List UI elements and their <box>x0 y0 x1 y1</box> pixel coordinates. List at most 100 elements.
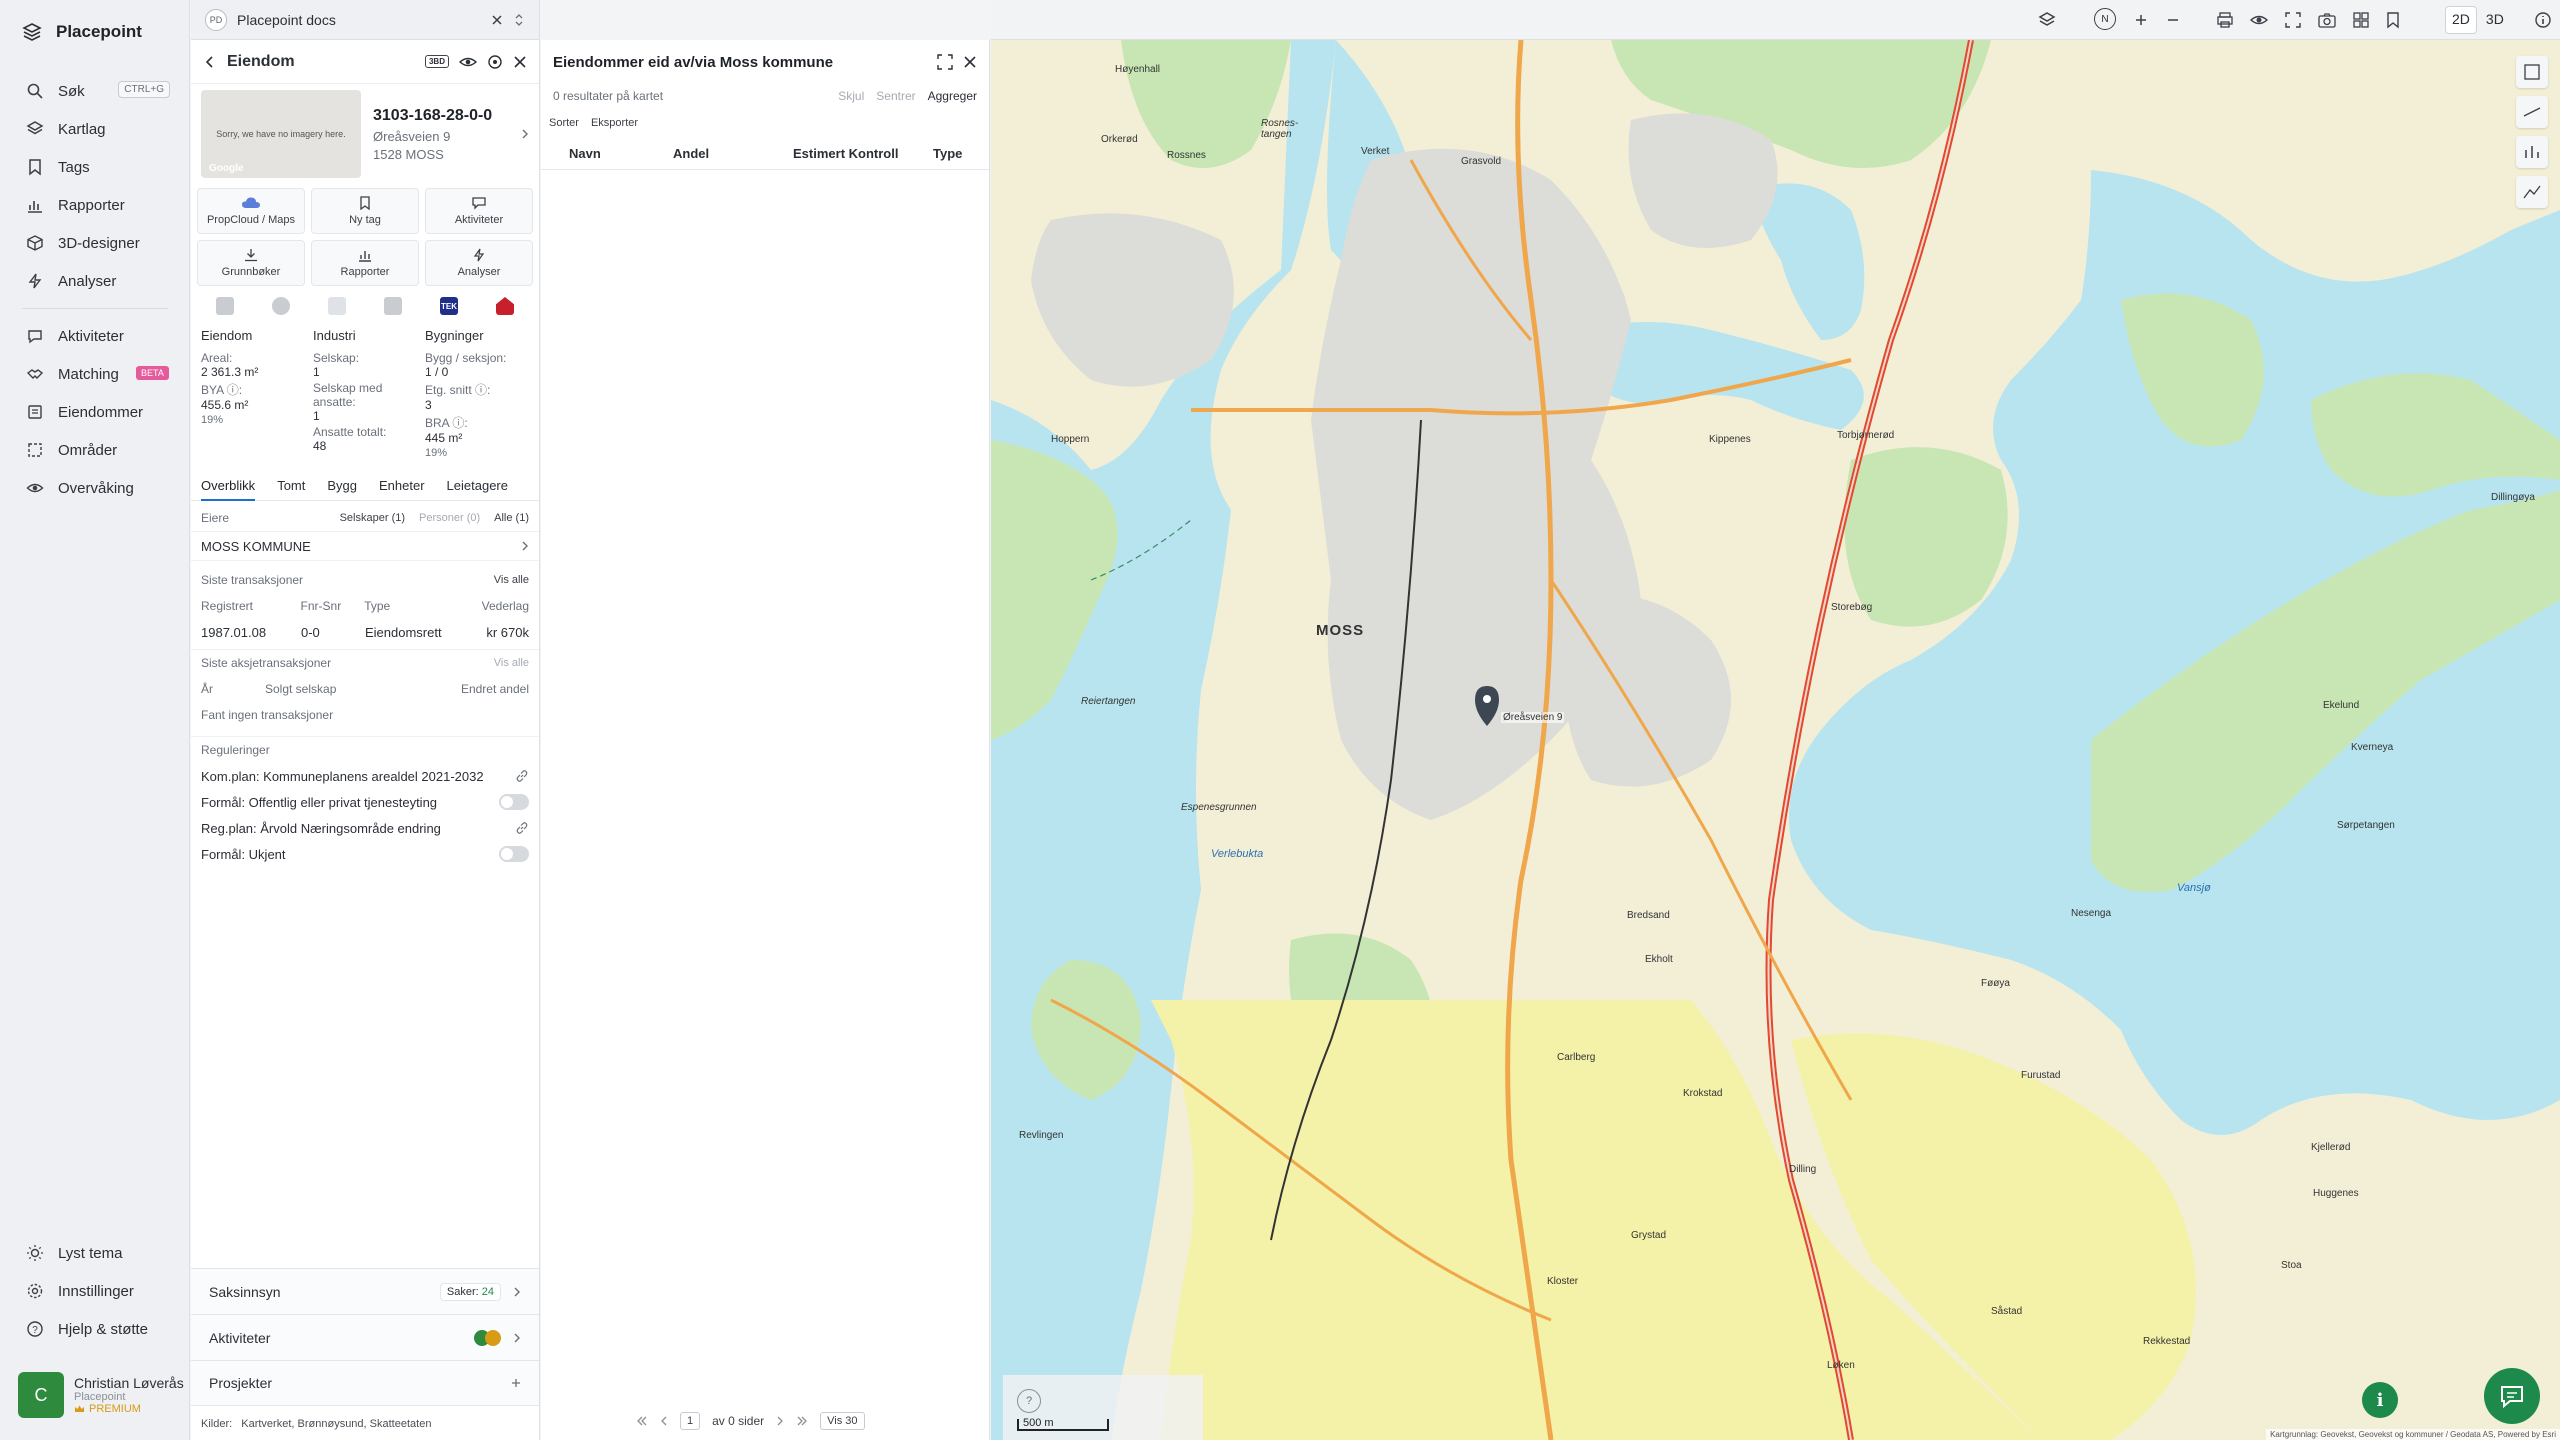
street-view-thumbnail[interactable]: Sorry, we have no imagery here. Google <box>201 90 361 178</box>
fullscreen-icon[interactable] <box>2283 10 2303 30</box>
sidebar-item-tags[interactable]: Tags <box>0 148 190 186</box>
owner-row[interactable]: MOSS KOMMUNE <box>191 531 539 561</box>
building-source-icon[interactable] <box>384 297 402 315</box>
sidebar-item-activities[interactable]: Aktiviteter <box>0 317 190 355</box>
prev-page-icon[interactable] <box>660 1415 668 1427</box>
chevron-right-icon[interactable] <box>521 128 529 140</box>
3d-badge[interactable]: 3BD <box>424 55 449 68</box>
expand-vertical-icon[interactable] <box>513 13 525 27</box>
mode-3d-button[interactable]: 3D <box>2480 7 2510 33</box>
plus-icon[interactable] <box>511 1378 521 1388</box>
reports-button[interactable]: Rapporter <box>311 240 419 286</box>
info-circle-icon[interactable] <box>2533 10 2553 30</box>
sidebar-item-light-theme[interactable]: Lyst tema <box>0 1234 190 1272</box>
col-share[interactable]: Andel <box>673 146 793 161</box>
sidebar-item-3d-designer[interactable]: 3D-designer <box>0 224 190 262</box>
activities-button[interactable]: Aktiviteter <box>425 188 533 234</box>
compass-north[interactable]: N <box>2094 8 2116 30</box>
eye-icon[interactable] <box>2249 10 2269 30</box>
tab-bygg[interactable]: Bygg <box>327 478 357 493</box>
user-profile[interactable]: C Christian Løverås Placepoint PREMIUM <box>18 1372 184 1418</box>
sidebar-item-monitoring[interactable]: Overvåking <box>0 469 190 507</box>
target-icon[interactable] <box>487 54 503 70</box>
brand[interactable]: Placepoint <box>22 22 142 42</box>
link-icon[interactable] <box>515 821 529 835</box>
export-button[interactable]: Eksporter <box>591 117 638 129</box>
first-page-icon[interactable] <box>636 1415 648 1427</box>
per-page-select[interactable]: Vis 30 <box>820 1412 865 1430</box>
link-icon[interactable] <box>515 769 529 783</box>
regulation-toggle[interactable] <box>499 794 529 810</box>
zoom-in-icon[interactable] <box>2131 10 2151 30</box>
hide-button[interactable]: Skjul <box>838 89 864 103</box>
tree-source-icon[interactable] <box>328 297 346 315</box>
regulation-item[interactable]: Reg.plan: Årvold Næringsområde endring <box>201 815 529 841</box>
new-tag-button[interactable]: Ny tag <box>311 188 419 234</box>
source-link[interactable]: Skatteetaten <box>370 1418 432 1430</box>
tab-overblikk[interactable]: Overblikk <box>201 478 256 501</box>
map-tool-3[interactable] <box>2516 136 2548 168</box>
map-tool-2[interactable] <box>2516 96 2548 128</box>
filter-alle[interactable]: Alle (1) <box>494 512 529 524</box>
col-name[interactable]: Navn <box>553 146 673 161</box>
house-source-icon[interactable] <box>496 297 514 315</box>
camera-icon[interactable] <box>2317 10 2337 30</box>
sidebar-item-analyses[interactable]: Analyser <box>0 262 190 300</box>
map-help-icon[interactable]: ? <box>1017 1389 1041 1413</box>
tab-enheter[interactable]: Enheter <box>379 478 425 493</box>
col-type[interactable]: Type <box>933 146 962 161</box>
sidebar-item-search[interactable]: Søk CTRL+G <box>0 72 190 110</box>
regulation-toggle[interactable] <box>499 846 529 862</box>
layers-stack-icon[interactable] <box>2037 10 2057 30</box>
last-page-icon[interactable] <box>796 1415 808 1427</box>
sidebar-item-matching[interactable]: Matching BETA <box>0 355 190 393</box>
center-button[interactable]: Sentrer <box>876 89 915 103</box>
grid-source-icon[interactable] <box>216 297 234 315</box>
aggregate-button[interactable]: Aggreger <box>928 89 977 103</box>
chat-button[interactable] <box>2484 1368 2540 1424</box>
activities-row[interactable]: Aktiviteter <box>191 1314 539 1360</box>
next-page-icon[interactable] <box>776 1415 784 1427</box>
sidebar-item-areas[interactable]: Områder <box>0 431 190 469</box>
sidebar-item-layers[interactable]: Kartlag <box>0 110 190 148</box>
eye-icon[interactable] <box>459 55 477 69</box>
tab-leietagere[interactable]: Leietagere <box>447 478 508 493</box>
col-estimated-control[interactable]: Estimert Kontroll <box>793 146 933 161</box>
zoom-out-icon[interactable] <box>2163 10 2183 30</box>
regulation-item[interactable]: Formål: Ukjent <box>201 841 529 867</box>
map-canvas[interactable]: MOSS Verlebukta Espenesgrunnen Reiertang… <box>991 40 2560 1440</box>
sidebar-item-help[interactable]: ? Hjelp & støtte <box>0 1310 190 1348</box>
map-tool-1[interactable] <box>2516 56 2548 88</box>
mode-2d-button[interactable]: 2D <box>2446 7 2476 33</box>
tab-tomt[interactable]: Tomt <box>277 478 305 493</box>
regulation-item[interactable]: Kom.plan: Kommuneplanens arealdel 2021-2… <box>201 763 529 789</box>
print-icon[interactable] <box>2215 10 2235 30</box>
filter-personer[interactable]: Personer (0) <box>419 512 480 524</box>
close-icon[interactable] <box>513 55 527 69</box>
sidebar-item-settings[interactable]: Innstillinger <box>0 1272 190 1310</box>
land-registry-button[interactable]: Grunnbøker <box>197 240 305 286</box>
close-icon[interactable] <box>963 55 977 69</box>
case-access-row[interactable]: Saksinnsyn Saker: 24 <box>191 1268 539 1314</box>
property-card[interactable]: Sorry, we have no imagery here. Google 3… <box>191 84 539 184</box>
doc-tab[interactable]: PD Placepoint docs <box>191 0 539 40</box>
source-link[interactable]: Brønnøysund <box>298 1418 364 1430</box>
bookmark-icon[interactable] <box>2383 10 2403 30</box>
source-link[interactable]: Kartverket <box>241 1418 291 1430</box>
page-input[interactable]: 1 <box>680 1412 701 1430</box>
fullscreen-icon[interactable] <box>937 54 953 70</box>
share-view-all[interactable]: Vis alle <box>494 657 529 669</box>
map-tool-4[interactable] <box>2516 176 2548 208</box>
sidebar-item-properties[interactable]: Eiendommer <box>0 393 190 431</box>
transactions-view-all[interactable]: Vis alle <box>494 574 529 586</box>
close-icon[interactable] <box>491 14 503 26</box>
filter-selskaper[interactable]: Selskaper (1) <box>340 512 405 524</box>
sort-button[interactable]: Sorter <box>549 117 579 129</box>
analyses-button[interactable]: Analyser <box>425 240 533 286</box>
sidebar-item-reports[interactable]: Rapporter <box>0 186 190 224</box>
transaction-row[interactable]: 1987.01.08 0-0 Eiendomsrett kr 670k <box>201 619 529 645</box>
tek-source-icon[interactable]: TEK <box>440 297 458 315</box>
grid-layout-icon[interactable] <box>2351 10 2371 30</box>
info-button[interactable]: i <box>2362 1382 2398 1418</box>
regulation-item[interactable]: Formål: Offentlig eller privat tjenestey… <box>201 789 529 815</box>
